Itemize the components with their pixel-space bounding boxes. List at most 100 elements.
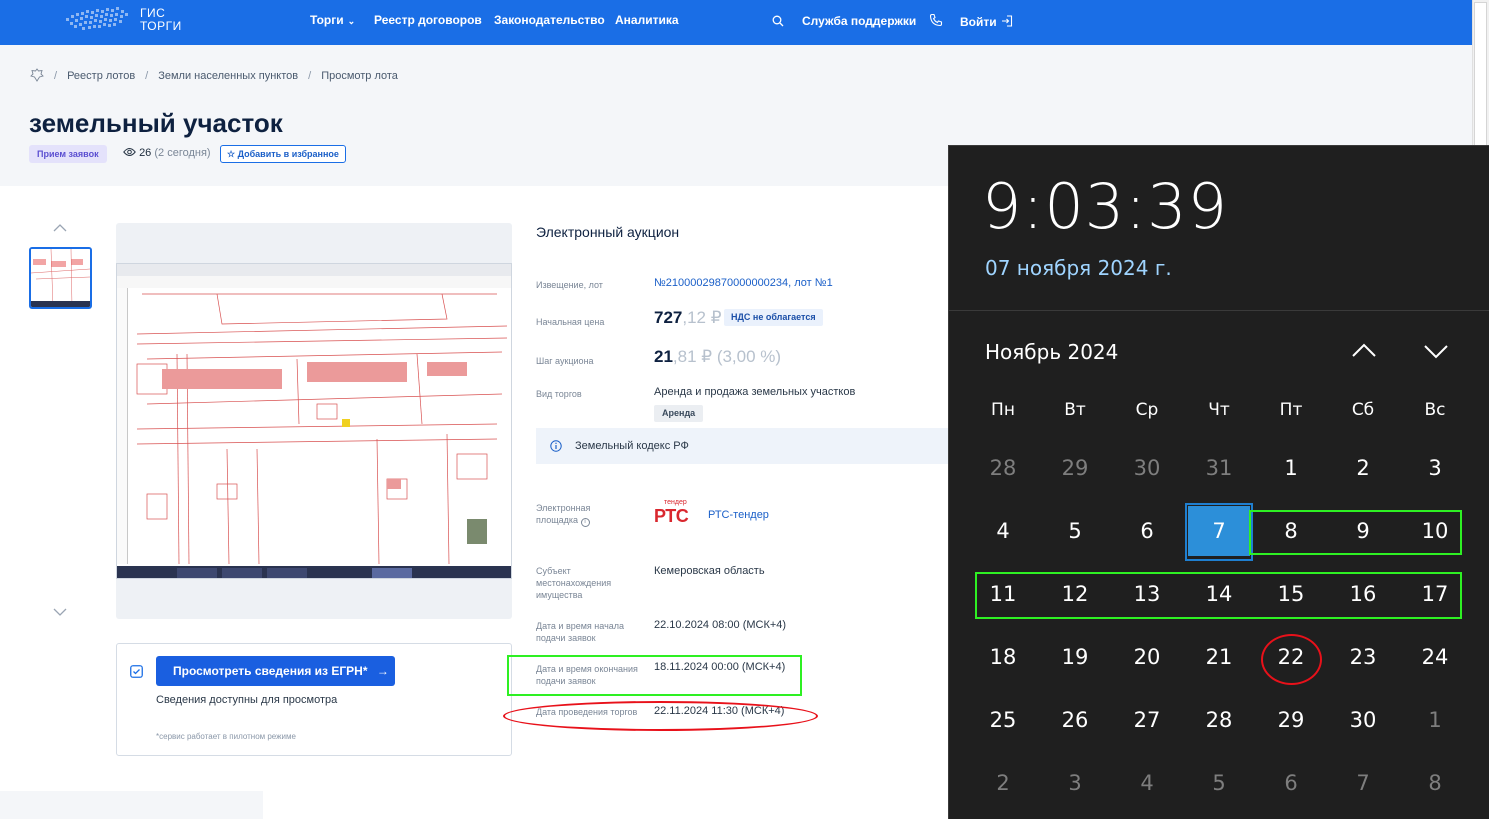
calendar-month[interactable]: Ноябрь 2024: [985, 340, 1118, 364]
calendar-day[interactable]: 2: [1327, 437, 1399, 499]
views-counter: 26 (2 сегодня): [123, 147, 211, 159]
calendar-day[interactable]: 3: [1039, 752, 1111, 814]
status-badge: Прием заявок: [29, 145, 107, 163]
views-today: (2 сегодня): [154, 147, 211, 159]
calendar-day[interactable]: 24: [1399, 626, 1471, 688]
calendar-day[interactable]: 3: [1399, 437, 1471, 499]
platform-label: Электронная площадка i: [536, 502, 590, 527]
nav-analytics[interactable]: Аналитика: [615, 13, 679, 27]
calendar-day[interactable]: 2: [967, 752, 1039, 814]
breadcrumb-current: Просмотр лота: [321, 70, 398, 82]
phone-icon[interactable]: [929, 13, 943, 27]
scrollbar-thumb[interactable]: [1474, 2, 1487, 146]
start-date-value: 22.10.2024 08:00 (МСК+4): [654, 619, 787, 631]
gallery-next-icon[interactable]: [52, 607, 68, 617]
calendar-day[interactable]: 29: [1039, 437, 1111, 499]
trade-kind-value: Аренда и продажа земельных участков: [654, 386, 856, 398]
calendar-day[interactable]: 28: [967, 437, 1039, 499]
notice-link[interactable]: №21000029870000000234, лот №1: [654, 277, 833, 289]
platform-label-line2: площадка i: [536, 514, 590, 527]
breadcrumb-lands[interactable]: Земли населенных пунктов: [158, 70, 298, 82]
arrow-right-icon: →: [376, 664, 389, 678]
notice-label: Извещение, лот: [536, 280, 603, 290]
calendar-day[interactable]: 31: [1183, 437, 1255, 499]
weekday-thu: Чт: [1208, 400, 1230, 420]
logo-text[interactable]: ГИС ТОРГИ: [140, 7, 182, 33]
nav-contracts[interactable]: Реестр договоров: [374, 13, 482, 27]
auction-type-title: Электронный аукцион: [536, 224, 680, 240]
calendar-day[interactable]: 6: [1255, 752, 1327, 814]
add-to-favorites-button[interactable]: ☆ Добавить в избранное: [220, 145, 346, 163]
top-navbar: [0, 0, 1472, 45]
nav-legislation[interactable]: Законодательство: [494, 13, 605, 27]
emblem-icon[interactable]: [30, 68, 44, 82]
start-price-label: Начальная цена: [536, 317, 605, 327]
calendar-day[interactable]: 20: [1111, 626, 1183, 688]
calendar-day[interactable]: 5: [1039, 500, 1111, 562]
subject-label-line3: имущества: [536, 590, 583, 600]
calendar-day[interactable]: 25: [967, 689, 1039, 751]
calendar-day[interactable]: 5: [1183, 752, 1255, 814]
highlight-trade-date: [503, 701, 818, 731]
calendar-day[interactable]: 28: [1183, 689, 1255, 751]
gallery-thumbnail[interactable]: [29, 247, 92, 309]
calendar-day[interactable]: 1: [1255, 437, 1327, 499]
egrn-pilot-note: *сервис работает в пилотном режиме: [156, 732, 296, 741]
calendar-day[interactable]: 29: [1255, 689, 1327, 751]
nav-torgi[interactable]: Торги ⌄: [310, 13, 355, 27]
vat-badge: НДС не облагается: [724, 309, 823, 326]
calendar-day[interactable]: 27: [1111, 689, 1183, 751]
clock-date[interactable]: 07 ноября 2024 г.: [985, 256, 1172, 280]
calendar-next-month-icon[interactable]: [1422, 340, 1450, 362]
calendar-day[interactable]: 21: [1183, 626, 1255, 688]
breadcrumb-registry[interactable]: Реестр лотов: [67, 70, 135, 82]
start-price-value: 727,12 ₽: [654, 308, 722, 328]
cadastral-map-screenshot[interactable]: [116, 263, 512, 579]
rts-logo-main: РТС: [654, 506, 689, 526]
step-label: Шаг аукциона: [536, 356, 594, 366]
login-icon[interactable]: [1001, 15, 1013, 27]
calendar-day[interactable]: 7: [1327, 752, 1399, 814]
subject-label-line2: местонахождения: [536, 578, 612, 588]
checkbox-icon: [130, 665, 143, 678]
law-text: Земельный кодекс РФ: [575, 440, 689, 452]
search-icon[interactable]: [772, 15, 784, 27]
calendar-day[interactable]: 18: [967, 626, 1039, 688]
calendar-day[interactable]: 6: [1111, 500, 1183, 562]
view-egrn-button[interactable]: Просмотреть сведения из ЕГРН* →: [156, 656, 395, 686]
calendar-day[interactable]: 8: [1399, 752, 1471, 814]
calendar-day[interactable]: 23: [1327, 626, 1399, 688]
calendar-prev-month-icon[interactable]: [1350, 340, 1378, 362]
weekday-fri: Пт: [1279, 400, 1303, 420]
platform-label-line2-text: площадка: [536, 515, 579, 525]
calendar-day[interactable]: 1: [1399, 689, 1471, 751]
weekday-sat: Сб: [1351, 400, 1375, 420]
highlight-week-2: [975, 572, 1462, 619]
login-link[interactable]: Войти: [960, 15, 997, 29]
rts-tender-logo[interactable]: тендер РТС: [654, 499, 689, 526]
calendar-day[interactable]: 26: [1039, 689, 1111, 751]
gallery-prev-icon[interactable]: [52, 223, 68, 233]
chevron-down-icon: ⌄: [347, 16, 356, 26]
calendar-day[interactable]: 30: [1327, 689, 1399, 751]
calendar-day[interactable]: 7: [1183, 500, 1255, 562]
subject-value: Кемеровская область: [654, 565, 765, 577]
clock-time: 9:03:39: [982, 170, 1229, 243]
footer-strip: [0, 791, 263, 819]
calendar-day[interactable]: 4: [1111, 752, 1183, 814]
calendar-divider: [949, 310, 1489, 311]
logo-line-2: ТОРГИ: [140, 19, 182, 33]
start-date-label-line2: подачи заявок: [536, 633, 596, 643]
calendar-day[interactable]: 4: [967, 500, 1039, 562]
highlight-end-date: [507, 655, 802, 696]
trade-kind-label: Вид торгов: [536, 389, 582, 399]
platform-link[interactable]: РТС-тендер: [708, 509, 769, 521]
highlight-day-22: [1261, 634, 1322, 685]
calendar-day[interactable]: 19: [1039, 626, 1111, 688]
eye-icon: [123, 148, 136, 156]
calendar-day[interactable]: 30: [1111, 437, 1183, 499]
info-circle-icon[interactable]: i: [580, 518, 590, 527]
nav-torgi-label: Торги: [310, 13, 344, 27]
gis-torgi-logo[interactable]: [62, 4, 132, 38]
support-link[interactable]: Служба поддержки: [802, 14, 916, 28]
